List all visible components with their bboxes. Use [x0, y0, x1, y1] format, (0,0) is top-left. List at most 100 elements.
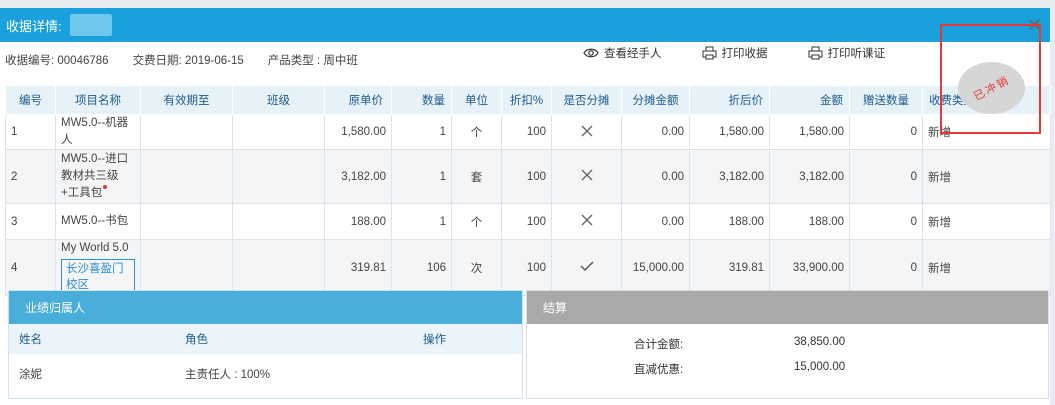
- cell-after: 188.00: [689, 203, 770, 240]
- cell-price: 1,580.00: [324, 114, 392, 150]
- settlement-panel: 结算 合计金额: 38,850.00 直减优惠: 15,000.00: [526, 290, 1049, 399]
- cell-unit: 次: [451, 239, 502, 296]
- cross-icon: [581, 169, 592, 181]
- annotation-highlight-box: [940, 24, 1041, 134]
- cell-unit: 个: [451, 203, 502, 240]
- col-header: 折后价: [689, 85, 770, 115]
- cell-split-amount: 0.00: [621, 114, 690, 150]
- cell-after: 3,182.00: [689, 149, 770, 204]
- cell-gift: 0: [849, 239, 923, 296]
- col-header: 数量: [391, 85, 452, 115]
- cell-name: MW5.0--进口教材共三级+工具包: [55, 149, 141, 204]
- cell-amount: 3,182.00: [769, 149, 850, 204]
- cell-qty: 106: [391, 239, 452, 296]
- cell-discount: 100: [501, 149, 552, 204]
- cell-name: MW5.0--书包: [55, 203, 141, 240]
- cell-split: [551, 114, 622, 150]
- red-dot-icon: [103, 185, 108, 189]
- total-value: 38,850.00: [794, 336, 846, 348]
- col-header: 赠送数量: [849, 85, 923, 115]
- cell-after: 319.81: [689, 239, 770, 296]
- col-header: 班级: [232, 85, 325, 115]
- total-label: 合计金额:: [634, 339, 684, 351]
- col-header-name: 姓名: [19, 334, 42, 346]
- col-header-op: 操作: [423, 334, 446, 346]
- cell-price: 319.81: [324, 239, 392, 296]
- cell-expire: [140, 149, 233, 204]
- check-icon: [579, 261, 594, 272]
- cell-amount: 33,900.00: [769, 239, 850, 296]
- cell-discount: 100: [501, 114, 552, 150]
- col-header: 原单价: [324, 85, 392, 115]
- cell-name: My World 5.0 长沙喜盈门校区: [55, 239, 141, 296]
- cell-split-amount: 15,000.00: [621, 239, 690, 296]
- col-header: 折扣%: [501, 85, 552, 115]
- cell-after: 1,580.00: [689, 114, 770, 150]
- cell-no: 3: [5, 203, 56, 240]
- col-header: 有效期至: [140, 85, 233, 115]
- col-header: 是否分摊: [551, 85, 622, 115]
- view-handler-button[interactable]: 查看经手人: [583, 45, 662, 61]
- receipt-items-table: 编号 项目名称 有效期至 班级 原单价 数量 单位 折扣% 是否分摊 分摊金额 …: [5, 85, 1051, 296]
- cell-no: 2: [5, 149, 56, 204]
- item-name: My World 5.0: [61, 242, 129, 254]
- performance-panel-title: 业绩归属人: [9, 291, 522, 324]
- print-class-cert-label: 打印听课证: [827, 48, 886, 60]
- col-header: 金额: [769, 85, 850, 115]
- cell-split-amount: 0.00: [621, 149, 690, 204]
- dialog-title: 收据详情:: [6, 18, 62, 34]
- cell-price: 188.00: [324, 203, 392, 240]
- col-header: 单位: [451, 85, 502, 115]
- settlement-panel-title: 结算: [527, 291, 1048, 324]
- table-row: 3 MW5.0--书包 188.00 1 个 100 0.00 188.00 1…: [5, 203, 1051, 240]
- cell-expire: [140, 203, 233, 240]
- performance-panel: 业绩归属人 姓名 角色 操作 涂妮 主责任人 : 100%: [8, 290, 523, 399]
- discount-label: 直减优惠:: [634, 364, 684, 376]
- view-handler-label: 查看经手人: [604, 48, 662, 60]
- cell-price: 3,182.00: [324, 149, 392, 204]
- cell-amount: 1,580.00: [769, 114, 850, 150]
- cell-qty: 1: [391, 203, 452, 240]
- cell-class: [232, 203, 325, 240]
- discount-value: 15,000.00: [794, 361, 846, 373]
- eye-icon: [583, 48, 599, 58]
- cell-qty: 1: [391, 114, 452, 150]
- cell-split: [551, 239, 622, 296]
- cell-discount: 100: [501, 203, 552, 240]
- col-header: 分摊金额: [621, 85, 690, 115]
- cell-name: MW5.0--机器人: [55, 114, 141, 150]
- print-receipt-button[interactable]: 打印收据: [702, 45, 768, 61]
- cell-discount: 100: [501, 239, 552, 296]
- col-header: 项目名称: [55, 85, 141, 115]
- print-receipt-label: 打印收据: [721, 48, 768, 60]
- cell-class: [232, 149, 325, 204]
- cell-expire: [140, 114, 233, 150]
- cell-no: 1: [5, 114, 56, 150]
- cell-amount: 188.00: [769, 203, 850, 240]
- performance-row: 涂妮 主责任人 : 100%: [9, 354, 522, 394]
- col-header: 编号: [5, 85, 56, 115]
- printer-icon: [808, 46, 822, 60]
- payment-date: 交费日期: 2019-06-15: [132, 55, 244, 67]
- cross-icon: [581, 125, 592, 136]
- cell-qty: 1: [391, 149, 452, 204]
- cell-type: 新增: [922, 239, 1051, 296]
- table-header-row: 编号 项目名称 有效期至 班级 原单价 数量 单位 折扣% 是否分摊 分摊金额 …: [5, 85, 1051, 115]
- table-row: 4 My World 5.0 长沙喜盈门校区 319.81 106 次 100 …: [5, 239, 1051, 296]
- receipt-number: 收据编号: 00046786: [5, 55, 109, 67]
- discount-row: 直减优惠: 15,000.00: [527, 357, 1048, 382]
- print-class-cert-button[interactable]: 打印听课证: [808, 45, 886, 61]
- cell-gift: 0: [849, 114, 923, 150]
- printer-icon: [702, 46, 716, 60]
- total-row: 合计金额: 38,850.00: [527, 332, 1048, 357]
- cross-icon: [581, 214, 592, 226]
- item-name: MW5.0--进口教材共三级+工具包: [61, 153, 129, 199]
- cell-expire: [140, 239, 233, 296]
- person-role: 主责任人 : 100%: [185, 369, 270, 381]
- product-type: 产品类型 : 周中班: [267, 55, 358, 67]
- cell-class: [232, 114, 325, 150]
- receipt-actions: 查看经手人 打印收据 打印听课证: [583, 45, 925, 61]
- cell-gift: 0: [849, 149, 923, 204]
- redacted-name: [69, 14, 112, 36]
- cell-gift: 0: [849, 203, 923, 240]
